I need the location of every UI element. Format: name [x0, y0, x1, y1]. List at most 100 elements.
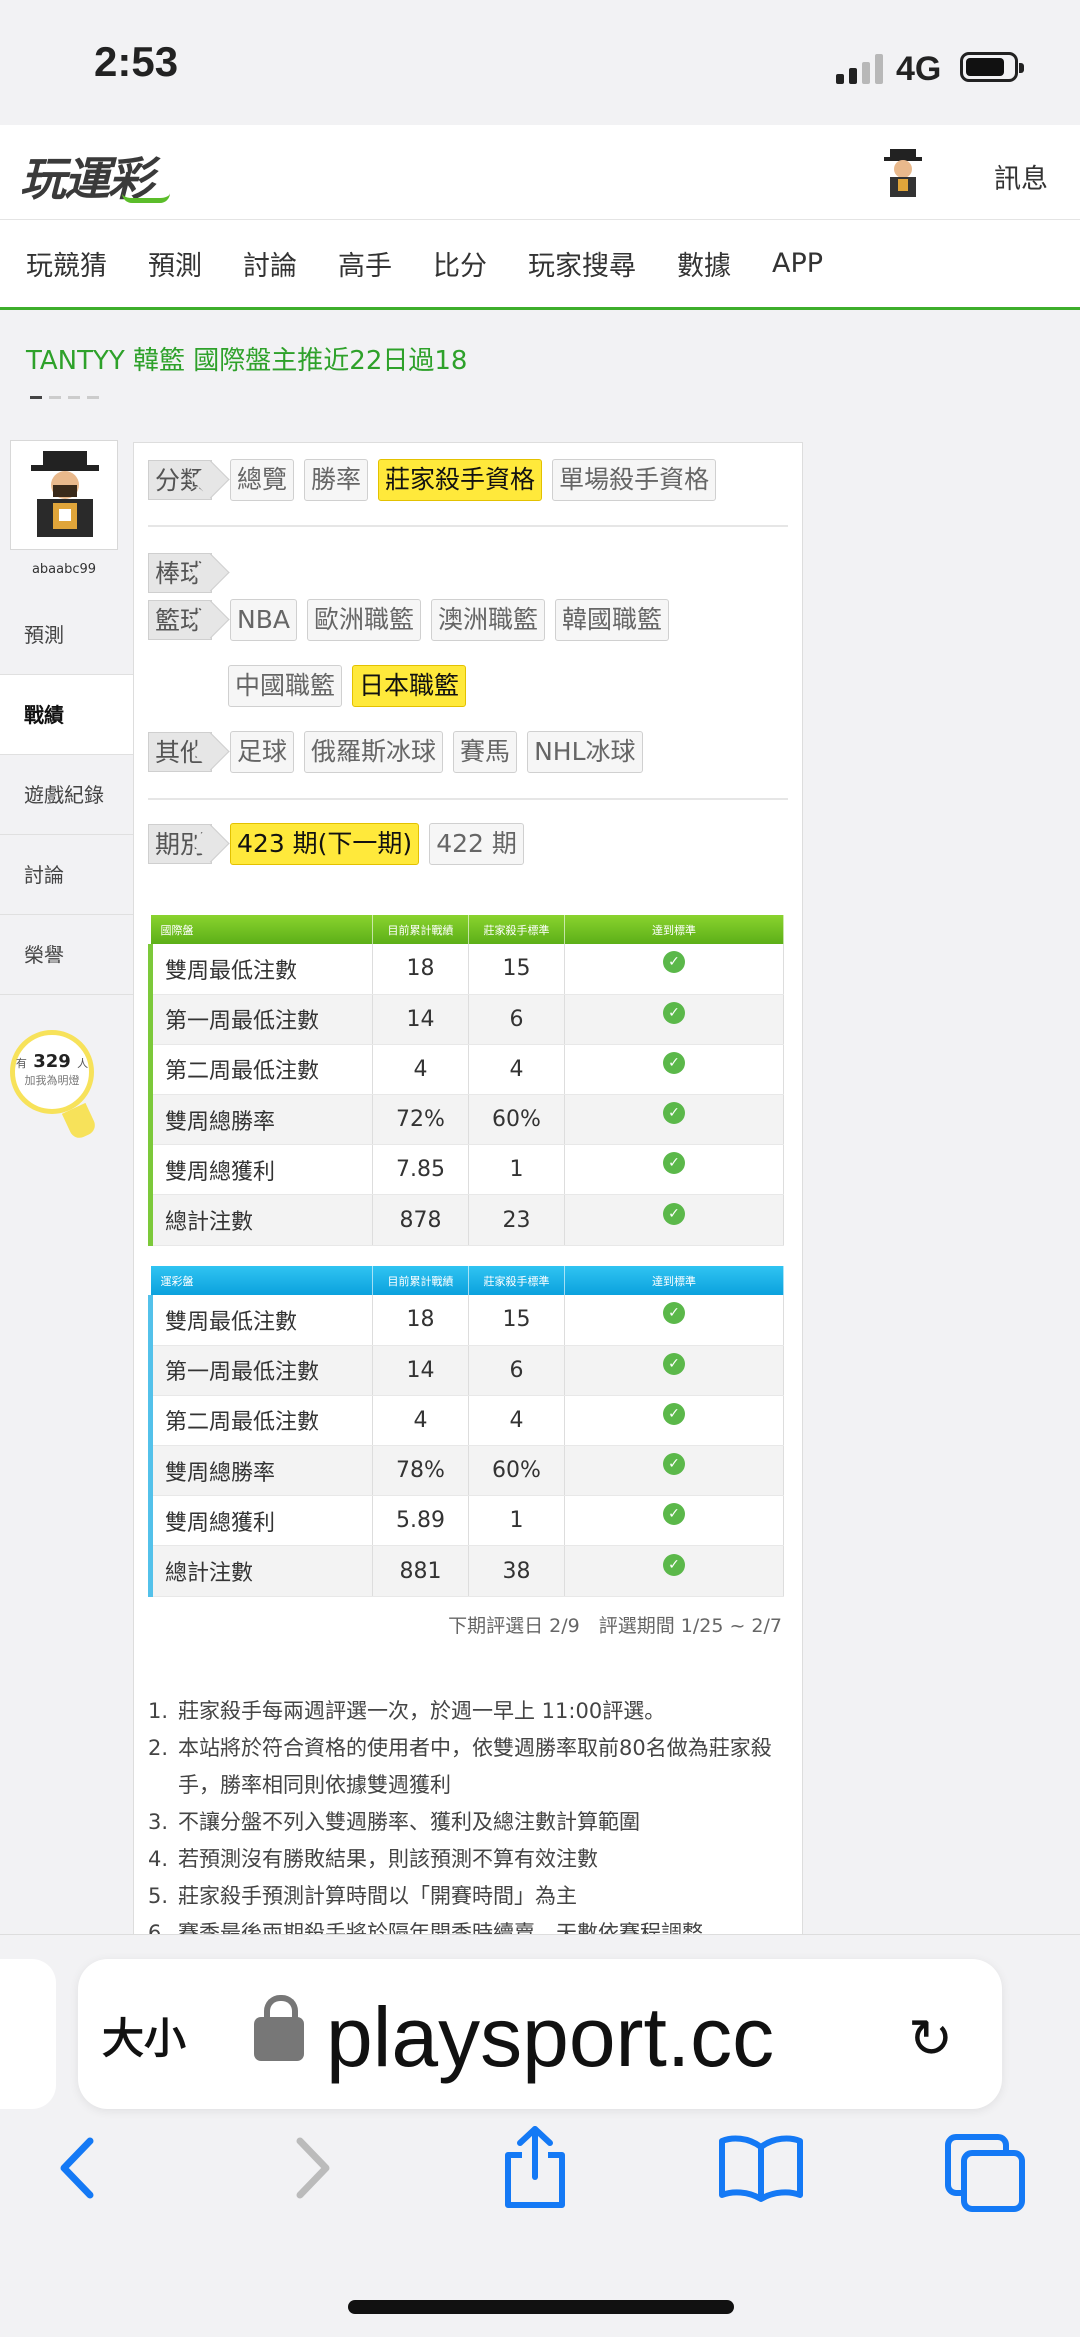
- league-chip[interactable]: 俄羅斯冰球: [304, 731, 444, 773]
- share-icon[interactable]: [500, 2125, 570, 2209]
- list-item: 4. 若預測沒有勝敗結果，則該預測不算有效注數: [148, 1847, 598, 1871]
- list-item: 5. 莊家殺手預測計算時間以「開賽時間」為主: [148, 1884, 577, 1908]
- check-icon: ✓: [663, 1553, 685, 1576]
- league-chip[interactable]: 賽馬: [453, 731, 518, 773]
- check-icon: ✓: [663, 1001, 685, 1024]
- lottery-qualification-table: 運彩盤 目前累計戰績 莊家殺手標準 達到標準 雙周最低注數 18 15 ✓ 第一周最低…: [148, 1266, 784, 1597]
- league-chip[interactable]: 中國職籃: [228, 665, 343, 707]
- nav-item[interactable]: 預測: [148, 244, 202, 283]
- follow-label: 加我為明燈: [24, 1074, 80, 1087]
- baseball-row: 棒球: [148, 553, 230, 593]
- nav-item[interactable]: 高手: [338, 244, 392, 283]
- table-header: 達到標準: [564, 915, 784, 944]
- nav-item[interactable]: 玩家搜尋: [528, 244, 636, 283]
- check-icon: ✓: [663, 1352, 685, 1375]
- sidebar-item-predict[interactable]: 預測: [0, 595, 133, 675]
- sidebar-item-game-log[interactable]: 遊戲紀錄: [0, 755, 133, 835]
- basketball-row: 籃球 NBA 歐洲職籃 澳洲職籃 韓國職籃: [148, 599, 679, 641]
- intl-qualification-table: 國際盤 目前累計戰績 莊家殺手標準 達到標準 雙周最低注數 18 15 ✓ 第一周最低…: [148, 915, 784, 1246]
- address-bar[interactable]: 大小 playsport.cc ↻: [78, 1959, 1002, 2109]
- category-chip[interactable]: 勝率: [304, 459, 369, 501]
- follow-bulb-button[interactable]: 有 329 人 加我為明燈: [10, 1030, 99, 1142]
- category-label: 分類: [148, 460, 213, 500]
- user-avatar[interactable]: [878, 145, 928, 199]
- ticker-pager: [30, 396, 99, 399]
- league-chip[interactable]: NBA: [230, 599, 297, 641]
- sidebar-item-honor[interactable]: 榮譽: [0, 915, 133, 995]
- nav-item[interactable]: 比分: [433, 244, 487, 283]
- other-label: 其他: [148, 732, 213, 772]
- check-icon: ✓: [663, 1503, 685, 1526]
- reload-icon[interactable]: ↻: [908, 2007, 953, 2070]
- profile-username: abaabc99: [31, 562, 97, 577]
- table-row: 第一周最低注數 14 6 ✓: [148, 994, 784, 1045]
- league-chip[interactable]: 歐洲職籃: [306, 599, 421, 641]
- league-chip[interactable]: 澳洲職籃: [431, 599, 546, 641]
- evaluation-dates: 下期評選日 2/9 評選期間 1/25 ~ 2/7: [448, 1615, 782, 1637]
- main-nav: 玩競猜 預測 討論 高手 比分 玩家搜尋 數據 APP: [0, 220, 1080, 310]
- nav-item[interactable]: 討論: [243, 244, 297, 283]
- battery-icon: [960, 52, 1024, 82]
- tabs-icon[interactable]: [944, 2133, 1026, 2213]
- period-chip-selected[interactable]: 423 期(下一期): [230, 823, 420, 865]
- nav-item[interactable]: 數據: [677, 244, 731, 283]
- news-ticker[interactable]: TANTYY 韓籃 國際盤主推近22日過18: [26, 340, 467, 377]
- league-chip[interactable]: NHL冰球: [527, 731, 643, 773]
- category-chip[interactable]: 單場殺手資格: [552, 459, 717, 501]
- table-header: 達到標準: [564, 1266, 784, 1295]
- period-row: 期別 423 期(下一期) 422 期: [148, 823, 534, 865]
- previous-tab[interactable]: [0, 1959, 56, 2109]
- sidebar-item-discuss[interactable]: 討論: [0, 835, 133, 915]
- check-icon: ✓: [663, 1302, 685, 1325]
- league-chip-selected[interactable]: 日本職籃: [352, 665, 467, 707]
- table-row: 雙周總勝率 78% 60% ✓: [148, 1445, 784, 1497]
- nav-item[interactable]: 玩競猜: [26, 244, 107, 283]
- site-logo[interactable]: 玩運彩: [20, 143, 170, 209]
- forward-icon: [296, 2137, 330, 2199]
- home-indicator: [348, 2300, 734, 2314]
- basketball-label: 籃球: [148, 600, 213, 640]
- table-row: 第二周最低注數 4 4 ✓: [148, 1395, 784, 1447]
- profile-avatar[interactable]: [10, 440, 118, 550]
- check-icon: ✓: [663, 1152, 685, 1175]
- nav-item[interactable]: APP: [772, 248, 823, 279]
- period-label: 期別: [148, 824, 213, 864]
- messages-link[interactable]: 訊息: [994, 157, 1048, 196]
- category-row: 分類 總覽 勝率 莊家殺手資格 單場殺手資格: [148, 459, 726, 501]
- site-header: 玩運彩 訊息: [0, 125, 1080, 220]
- sidebar-item-record[interactable]: 戰績: [0, 675, 133, 755]
- category-chip[interactable]: 總覽: [230, 459, 295, 501]
- table-header: 運彩盤: [150, 1266, 373, 1295]
- other-row: 其他 足球 俄羅斯冰球 賽馬 NHL冰球: [148, 731, 653, 773]
- rules-list: 1. 莊家殺手每兩週評選一次，於週一早上 11:00評選。 2. 本站將於符合資格的…: [148, 1693, 778, 1952]
- table-row: 雙周總獲利 7.85 1 ✓: [148, 1144, 784, 1196]
- table-row: 第一周最低注數 14 6 ✓: [148, 1345, 784, 1396]
- status-bar: 2:53 4G: [0, 0, 1080, 125]
- browser-toolbar: 大小 playsport.cc ↻: [0, 1934, 1080, 2337]
- table-row: 總計注數 881 38 ✓: [148, 1545, 784, 1597]
- table-row: 雙周總獲利 5.89 1 ✓: [148, 1495, 784, 1547]
- table-row: 第二周最低注數 4 4 ✓: [148, 1044, 784, 1096]
- period-chip[interactable]: 422 期: [429, 823, 524, 865]
- table-row: 雙周最低注數 18 15 ✓: [148, 1295, 784, 1346]
- bookmarks-icon[interactable]: [718, 2133, 804, 2203]
- network-type: 4G: [896, 50, 942, 88]
- league-chip[interactable]: 韓國職籃: [555, 599, 670, 641]
- record-panel: 分類 總覽 勝率 莊家殺手資格 單場殺手資格 棒球 籃球 NBA 歐洲職籃 澳洲…: [133, 442, 803, 1945]
- url-domain[interactable]: playsport.cc: [326, 1989, 774, 2086]
- table-header: 目前累計戰績: [372, 915, 469, 944]
- back-icon[interactable]: [52, 2133, 102, 2203]
- category-chip-selected[interactable]: 莊家殺手資格: [378, 459, 543, 501]
- league-chip[interactable]: 足球: [230, 731, 295, 773]
- table-row: 雙周最低注數 18 15 ✓: [148, 944, 784, 995]
- list-item: 3. 不讓分盤不列入雙週勝率、獲利及總注數計算範圍: [148, 1810, 640, 1834]
- check-icon: ✓: [663, 1202, 685, 1225]
- list-item: 1. 莊家殺手每兩週評選一次，於週一早上 11:00評選。: [148, 1699, 666, 1723]
- text-size-button[interactable]: 大小: [102, 2005, 186, 2066]
- table-header: 目前累計戰績: [372, 1266, 469, 1295]
- table-header: 莊家殺手標準: [468, 1266, 565, 1295]
- table-row: 總計注數 878 23 ✓: [148, 1194, 784, 1246]
- check-icon: ✓: [663, 1453, 685, 1476]
- check-icon: ✓: [663, 1102, 685, 1125]
- profile-sidebar: abaabc99 預測 戰績 遊戲紀錄 討論 榮譽: [0, 440, 133, 995]
